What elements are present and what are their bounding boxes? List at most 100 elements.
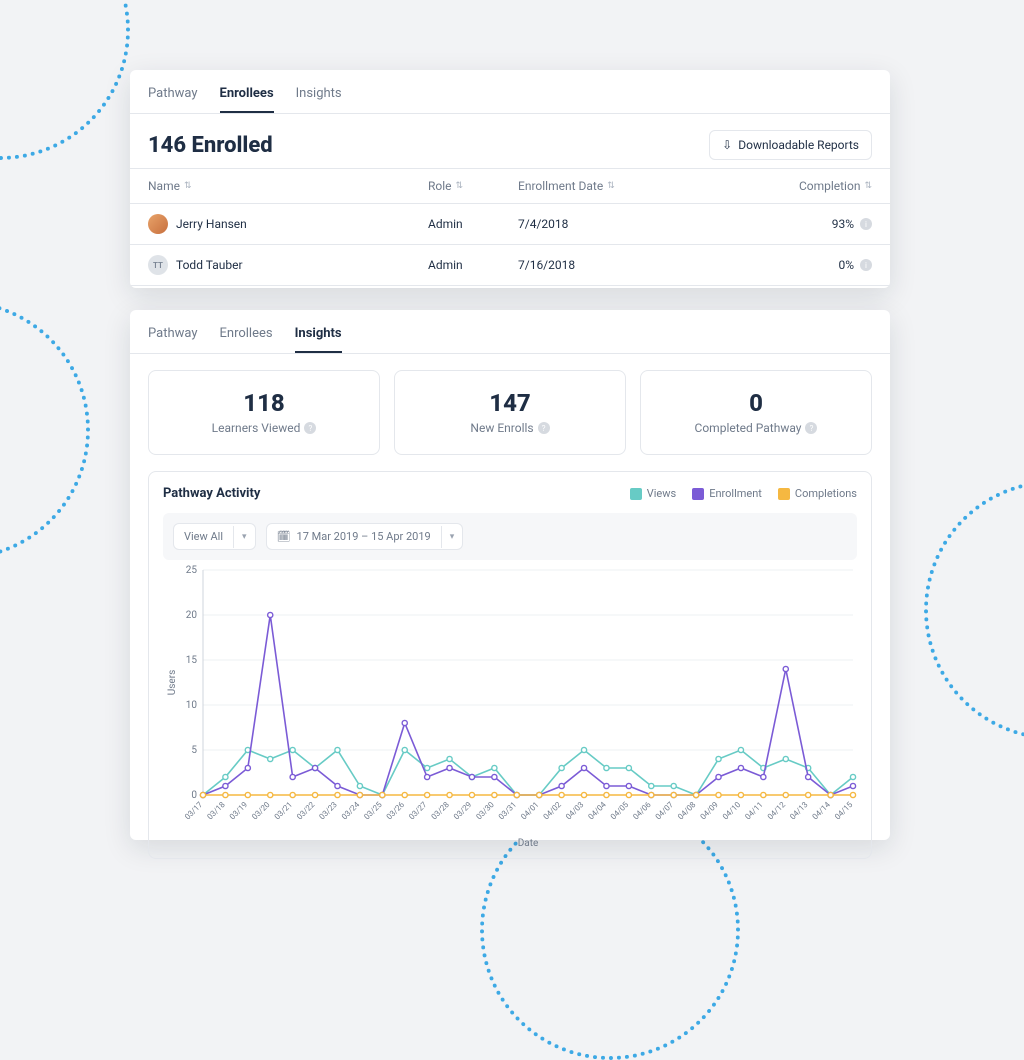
- download-label: Downloadable Reports: [738, 138, 859, 152]
- tab-enrollees[interactable]: Enrollees: [220, 320, 273, 353]
- svg-text:03/23: 03/23: [317, 800, 338, 821]
- decorative-arc: [0, 0, 130, 160]
- metric-value: 0: [651, 389, 861, 417]
- col-completion[interactable]: Completion⇅: [752, 179, 872, 193]
- svg-text:15: 15: [186, 655, 198, 666]
- table-header: Name⇅ Role⇅ Enrollment Date⇅ Completion⇅: [130, 168, 890, 204]
- svg-text:25: 25: [186, 565, 198, 576]
- col-role[interactable]: Role⇅: [428, 179, 518, 193]
- cell-name: Todd Tauber: [176, 258, 243, 272]
- tab-pathway[interactable]: Pathway: [148, 80, 198, 113]
- metric-completed-pathway: 0 Completed Pathway?: [640, 370, 872, 455]
- cell-completion: 93%: [832, 217, 854, 231]
- table-row[interactable]: TT Todd Tauber Admin7/16/2018 0% i: [130, 245, 890, 286]
- metric-label: New Enrolls: [470, 421, 533, 435]
- svg-text:03/29: 03/29: [452, 800, 473, 821]
- metric-label: Completed Pathway: [695, 421, 802, 435]
- svg-text:5: 5: [191, 745, 197, 756]
- svg-text:20: 20: [186, 610, 198, 621]
- svg-text:03/25: 03/25: [362, 800, 384, 822]
- tab-insights[interactable]: Insights: [296, 80, 342, 113]
- svg-text:03/18: 03/18: [205, 800, 227, 822]
- sort-icon: ⇅: [184, 181, 192, 191]
- info-icon[interactable]: ?: [304, 422, 316, 434]
- tab-pathway[interactable]: Pathway: [148, 320, 198, 353]
- svg-text:03/27: 03/27: [407, 800, 429, 822]
- svg-text:04/02: 04/02: [542, 800, 564, 822]
- cell-completion: 0%: [838, 258, 854, 272]
- svg-text:03/21: 03/21: [273, 800, 294, 821]
- calendar-icon: 🗓: [277, 530, 291, 543]
- info-icon[interactable]: ?: [805, 422, 817, 434]
- tab-enrollees[interactable]: Enrollees: [220, 80, 274, 113]
- svg-text:04/15: 04/15: [833, 800, 855, 822]
- svg-text:03/22: 03/22: [295, 800, 317, 822]
- col-date[interactable]: Enrollment Date⇅: [518, 179, 752, 193]
- download-reports-button[interactable]: ⇩ Downloadable Reports: [709, 130, 872, 160]
- svg-text:04/05: 04/05: [609, 800, 631, 822]
- avatar: TT: [148, 255, 168, 275]
- svg-text:04/12: 04/12: [766, 800, 788, 822]
- info-icon[interactable]: ?: [538, 422, 550, 434]
- svg-text:04/11: 04/11: [743, 800, 764, 821]
- avatar: [148, 214, 168, 234]
- svg-text:04/10: 04/10: [721, 800, 743, 822]
- svg-text:03/30: 03/30: [474, 800, 496, 822]
- decorative-arc: [0, 300, 90, 560]
- enrollees-tabs: Pathway Enrollees Insights: [130, 70, 890, 114]
- chart-legend: Views Enrollment Completions: [630, 487, 857, 500]
- cell-role: Admin: [428, 258, 518, 272]
- download-icon: ⇩: [722, 138, 732, 152]
- svg-text:04/06: 04/06: [631, 800, 653, 822]
- svg-text:04/04: 04/04: [586, 800, 608, 822]
- info-icon[interactable]: i: [860, 259, 872, 271]
- metrics-row: 118 Learners Viewed? 147 New Enrolls? 0 …: [130, 354, 890, 455]
- metric-new-enrolls: 147 New Enrolls?: [394, 370, 626, 455]
- chart-title: Pathway Activity: [163, 486, 260, 501]
- svg-text:04/07: 04/07: [654, 800, 676, 822]
- col-name[interactable]: Name⇅: [148, 179, 428, 193]
- svg-text:03/20: 03/20: [250, 800, 272, 822]
- svg-text:03/19: 03/19: [228, 800, 249, 821]
- sort-icon: ⇅: [607, 181, 615, 191]
- svg-text:03/31: 03/31: [497, 800, 518, 821]
- cell-role: Admin: [428, 217, 518, 231]
- table-row[interactable]: Susie LeeAdmin7/31/201855%i: [130, 286, 890, 288]
- svg-text:03/17: 03/17: [183, 800, 205, 822]
- info-icon[interactable]: i: [860, 218, 872, 230]
- enrollees-card: Pathway Enrollees Insights 146 Enrolled …: [130, 70, 890, 288]
- sort-icon: ⇅: [456, 181, 464, 191]
- svg-text:0: 0: [191, 790, 197, 801]
- svg-text:04/08: 04/08: [676, 800, 698, 822]
- filter-view-select[interactable]: View All ▾: [173, 523, 256, 550]
- svg-text:04/03: 04/03: [564, 800, 585, 821]
- insights-tabs: Pathway Enrollees Insights: [130, 310, 890, 354]
- svg-text:04/13: 04/13: [788, 800, 809, 821]
- svg-text:04/01: 04/01: [519, 800, 540, 821]
- filter-date-range[interactable]: 🗓17 Mar 2019 – 15 Apr 2019 ▾: [266, 523, 464, 550]
- chevron-down-icon: ▾: [441, 526, 463, 548]
- svg-text:Users: Users: [167, 670, 178, 696]
- svg-text:Date: Date: [518, 838, 539, 849]
- svg-text:03/26: 03/26: [385, 800, 407, 822]
- svg-text:04/14: 04/14: [811, 800, 833, 822]
- legend-completions[interactable]: Completions: [778, 487, 857, 500]
- legend-enrollment[interactable]: Enrollment: [692, 487, 762, 500]
- sort-icon: ⇅: [864, 181, 872, 191]
- legend-views[interactable]: Views: [630, 487, 676, 500]
- svg-text:04/09: 04/09: [699, 800, 720, 821]
- cell-date: 7/4/2018: [518, 217, 752, 231]
- cell-name: Jerry Hansen: [176, 217, 247, 231]
- metric-label: Learners Viewed: [212, 421, 301, 435]
- metric-value: 118: [159, 389, 369, 417]
- chart-filters: View All ▾ 🗓17 Mar 2019 – 15 Apr 2019 ▾: [163, 513, 857, 560]
- page-title: 146 Enrolled: [148, 133, 273, 158]
- decorative-arc: [924, 480, 1024, 740]
- svg-text:03/28: 03/28: [430, 800, 452, 822]
- tab-insights[interactable]: Insights: [295, 320, 342, 353]
- svg-text:03/24: 03/24: [340, 800, 362, 822]
- cell-date: 7/16/2018: [518, 258, 752, 272]
- metric-learners-viewed: 118 Learners Viewed?: [148, 370, 380, 455]
- chevron-down-icon: ▾: [233, 526, 255, 548]
- table-row[interactable]: Jerry Hansen Admin7/4/2018 93% i: [130, 204, 890, 245]
